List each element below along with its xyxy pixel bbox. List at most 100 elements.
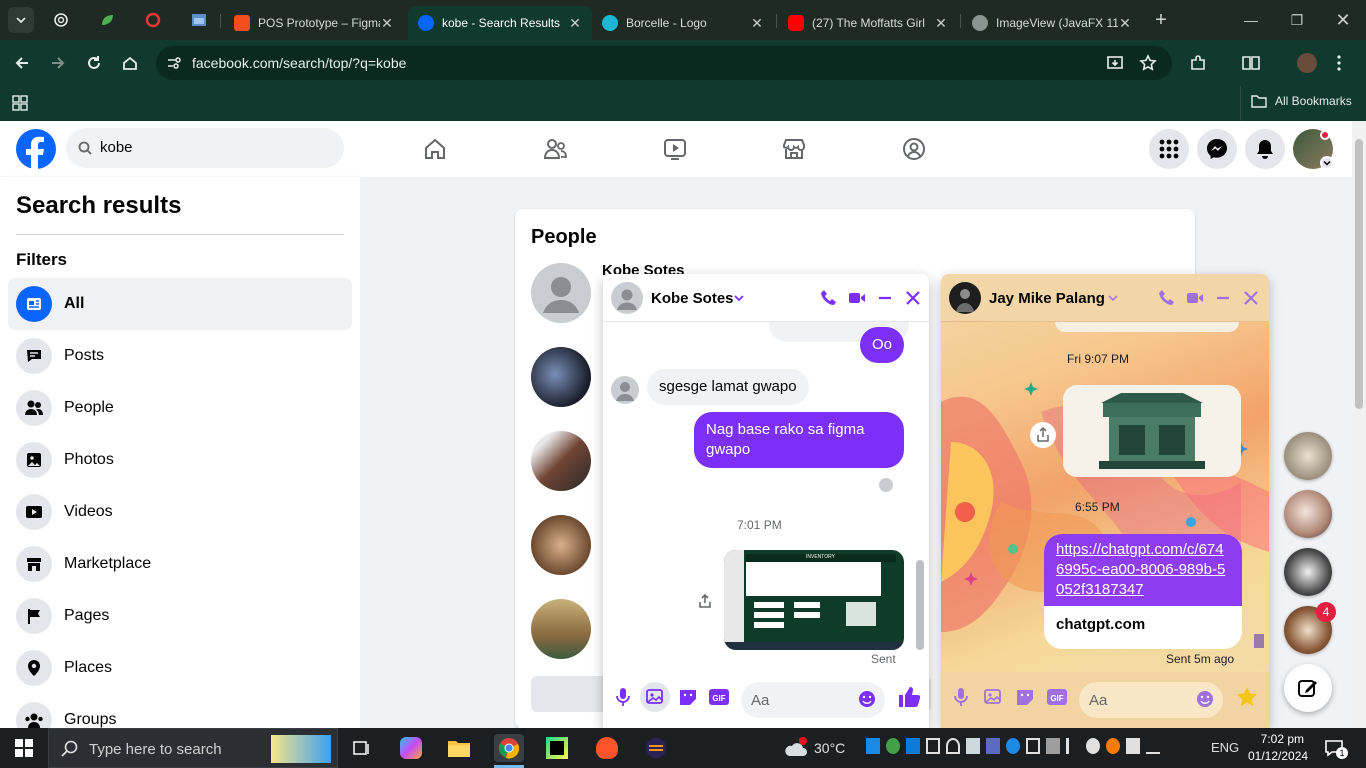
phone-call-icon[interactable] (819, 288, 839, 308)
new-message-button[interactable] (1284, 664, 1332, 712)
browser-menu-button[interactable] (1326, 50, 1352, 76)
address-bar[interactable]: facebook.com/search/top/?q=kobe (156, 46, 1172, 80)
apps-grid-icon[interactable] (12, 95, 28, 111)
chevron-down-icon[interactable] (733, 293, 745, 303)
star-bookmark-icon[interactable] (1139, 54, 1157, 72)
chevron-down-icon[interactable] (1107, 293, 1119, 303)
shared-image-inventory[interactable]: INVENTORY (724, 550, 904, 650)
message-bubble-incoming[interactable]: sgesge lamat gwapo (647, 369, 809, 405)
brave-button[interactable] (592, 734, 622, 762)
notifications-button[interactable] (1245, 129, 1285, 169)
chat-scrollbar[interactable] (916, 326, 924, 662)
message-input[interactable]: Aa (1079, 682, 1223, 718)
language-indicator[interactable]: ENG (1211, 740, 1239, 755)
chat-avatar[interactable] (611, 282, 643, 314)
minimize-chat-icon[interactable] (1213, 288, 1233, 308)
new-tab-button[interactable]: + (1148, 7, 1174, 33)
extensions-button[interactable] (1185, 50, 1211, 76)
video-call-icon[interactable] (847, 288, 867, 308)
message-bubble-outgoing[interactable]: Nag base rako sa figma gwapo (694, 412, 904, 468)
tab-imageview[interactable]: ImageView (JavaFX 11) ✕ (962, 6, 1142, 40)
chat-head-avatar[interactable] (1284, 432, 1332, 480)
home-button[interactable] (117, 50, 143, 76)
wifi-icon[interactable] (946, 738, 960, 754)
close-icon[interactable]: ✕ (1118, 15, 1132, 32)
nav-gaming[interactable] (897, 133, 931, 165)
microphone-icon[interactable] (950, 686, 972, 708)
minimize-button[interactable]: — (1228, 0, 1274, 40)
scrollbar-thumb[interactable] (1355, 139, 1363, 409)
facebook-search-input[interactable]: kobe (66, 128, 344, 168)
taskbar-search-box[interactable]: Type here to search (48, 728, 338, 768)
result-avatar[interactable] (531, 515, 591, 575)
emoji-icon[interactable] (1195, 689, 1215, 709)
emoji-icon[interactable] (857, 689, 877, 709)
filter-people[interactable]: People (8, 382, 352, 434)
install-app-icon[interactable] (1106, 54, 1124, 72)
scrollbar-thumb[interactable] (1254, 634, 1264, 648)
close-window-button[interactable]: ✕ (1320, 0, 1366, 40)
reading-list-button[interactable] (1238, 50, 1264, 76)
bluetooth-icon[interactable] (1006, 738, 1020, 754)
facebook-logo-icon[interactable] (16, 129, 56, 169)
task-view-button[interactable] (346, 734, 376, 762)
close-icon[interactable]: ✕ (568, 15, 582, 32)
teams-icon[interactable] (986, 738, 1000, 754)
link-preview-card[interactable]: https://chatgpt.com/c/6746995c-ea00-8006… (1044, 534, 1242, 649)
filter-pages[interactable]: Pages (8, 590, 352, 642)
tab-canva[interactable]: Borcelle - Logo ✕ (592, 6, 774, 40)
filter-posts[interactable]: Posts (8, 330, 352, 382)
all-bookmarks-button[interactable]: All Bookmarks (1251, 94, 1352, 108)
close-chat-icon[interactable] (1241, 288, 1261, 308)
chat-header[interactable]: Kobe Sotes (603, 274, 929, 322)
close-icon[interactable]: ✕ (380, 15, 394, 32)
shared-link[interactable]: https://chatgpt.com/c/6746995c-ea00-8006… (1044, 534, 1242, 606)
minimize-chat-icon[interactable] (875, 288, 895, 308)
eclipse-button[interactable] (641, 734, 671, 762)
filter-places[interactable]: Places (8, 642, 352, 694)
account-dropdown[interactable] (1320, 156, 1334, 170)
start-button[interactable] (9, 734, 39, 762)
app-store-icon[interactable] (966, 738, 980, 754)
tab-search-button[interactable] (8, 7, 34, 33)
share-icon[interactable] (1030, 422, 1056, 448)
filter-photos[interactable]: Photos (8, 434, 352, 486)
share-icon[interactable] (697, 593, 713, 609)
filter-videos[interactable]: Videos (8, 486, 352, 538)
weather-cloud-icon[interactable] (783, 736, 809, 760)
site-settings-icon[interactable] (166, 55, 182, 71)
pinned-tab-leaf[interactable] (94, 7, 120, 33)
scrollbar-thumb[interactable] (916, 560, 924, 650)
chat-header[interactable]: Jay Mike Palang (941, 274, 1269, 322)
result-avatar[interactable] (531, 263, 591, 323)
microphone-icon[interactable] (612, 686, 634, 708)
chat-head-avatar[interactable] (1284, 490, 1332, 538)
page-scrollbar[interactable] (1352, 121, 1366, 728)
sticker-icon[interactable] (677, 686, 699, 708)
tab-youtube[interactable]: (27) The Moffatts Girl ✕ (778, 6, 958, 40)
file-explorer-button[interactable] (444, 734, 474, 762)
back-button[interactable] (9, 50, 35, 76)
forward-button[interactable] (45, 50, 71, 76)
result-avatar[interactable] (531, 347, 591, 407)
chat-avatar[interactable] (949, 282, 981, 314)
pinned-tab-opera[interactable] (140, 7, 166, 33)
close-icon[interactable]: ✕ (934, 15, 948, 32)
message-bubble-outgoing[interactable]: Oo (860, 327, 905, 363)
chat-scrollbar[interactable] (1254, 326, 1264, 662)
chrome-button[interactable] (494, 734, 524, 762)
copilot-button[interactable] (396, 734, 426, 762)
display-icon[interactable] (1046, 738, 1060, 754)
app-window-icon[interactable] (926, 738, 940, 754)
nav-friends[interactable] (538, 133, 572, 165)
gallery-icon[interactable] (982, 686, 1004, 708)
notification-center-button[interactable]: 1 (1324, 738, 1348, 759)
chat-head-avatar[interactable] (1284, 548, 1332, 596)
cloud-sync-icon[interactable] (1086, 738, 1100, 754)
chat-contact-name[interactable]: Kobe Sotes (651, 290, 734, 307)
pen-icon[interactable] (1146, 738, 1160, 754)
volume-icon[interactable] (1066, 738, 1080, 754)
tab-facebook-search[interactable]: kobe - Search Results ✕ (408, 6, 592, 40)
app-w-icon[interactable] (866, 738, 880, 754)
filter-all[interactable]: All (8, 278, 352, 330)
